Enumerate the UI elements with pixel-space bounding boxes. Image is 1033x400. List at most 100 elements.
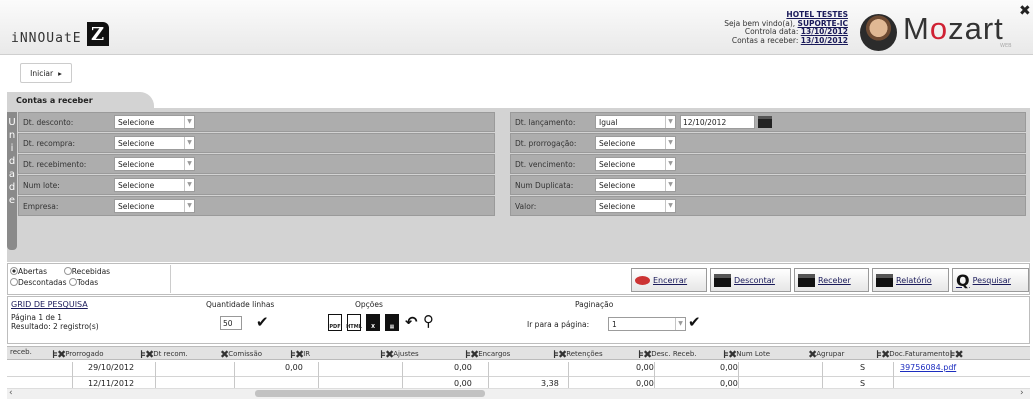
encerrar-button[interactable]: Encerrar	[631, 268, 707, 292]
receber-button[interactable]: Receber	[794, 268, 869, 292]
close-icon[interactable]: ✖	[1019, 3, 1031, 19]
relatorio-button[interactable]: Relatório	[872, 268, 949, 292]
calculator-icon[interactable]: ▦	[385, 314, 399, 331]
filter-row-dt-vencimento: Dt. vencimento:	[510, 154, 1026, 174]
filter-remove-icon[interactable]: ✖	[808, 348, 817, 361]
innovate-logo-text: iNNOUatE	[11, 31, 82, 46]
checkmark-icon[interactable]: ✔	[688, 313, 701, 331]
html-icon[interactable]: HTML	[346, 314, 362, 331]
chevron-down-icon: ▼	[184, 179, 194, 191]
select-value: Selecione	[599, 202, 636, 211]
col-ajustes[interactable]: ⊧✖Ajustes	[380, 348, 419, 361]
undo-icon[interactable]: ↶	[405, 313, 418, 331]
col-doc-faturamento[interactable]: ⊧✖Doc.Faturamento⊧✖	[876, 348, 964, 361]
select-value: 1	[612, 320, 617, 329]
filter-remove-icon[interactable]: ⊧✖	[52, 348, 66, 361]
pdf-icon[interactable]: PDF	[328, 314, 342, 331]
col-label: Dt recom.	[153, 350, 188, 358]
table-row[interactable]	[7, 361, 1030, 377]
select-value: Selecione	[118, 181, 155, 190]
cell-comissao: 0,00	[285, 363, 303, 372]
radio-label: Descontadas	[18, 278, 67, 287]
dt-vencimento-select[interactable]: Selecione ▼	[595, 157, 676, 171]
col-agrupar[interactable]: ✖Agrupar	[808, 348, 844, 361]
col-retencoes[interactable]: ⊧✖Retenções	[553, 348, 603, 361]
scroll-right-icon[interactable]: ›	[1020, 388, 1024, 398]
filter-remove-icon[interactable]: ⊧✖	[638, 348, 652, 361]
dt-lancamento-date-input[interactable]: 12/10/2012	[680, 115, 755, 129]
checkmark-icon[interactable]: ✔	[256, 313, 269, 331]
filter-remove-icon[interactable]: ✖	[220, 348, 229, 361]
grid-title[interactable]: GRID DE PESQUISA	[11, 300, 88, 309]
scroll-left-icon[interactable]: ‹	[9, 388, 13, 398]
cell-retencoes[interactable]: 0,00	[636, 379, 654, 388]
col-receb[interactable]: receb.	[10, 348, 32, 356]
num-lote-select[interactable]: Selecione ▼	[114, 178, 195, 192]
horizontal-scrollbar[interactable]	[7, 388, 1030, 399]
pdf-link[interactable]: 39756084.pdf	[900, 363, 956, 372]
receivable-date-label: Contas a receber:	[731, 35, 799, 45]
unidade-side-tab[interactable]: Unidade	[7, 112, 17, 250]
valor-select[interactable]: Selecione ▼	[595, 199, 676, 213]
filter-remove-icon[interactable]: ⊧✖	[290, 348, 304, 361]
chevron-down-icon: ▼	[665, 137, 675, 149]
num-duplicata-select[interactable]: Selecione ▼	[595, 178, 676, 192]
radio-todas[interactable]: Todas	[68, 278, 99, 287]
scrollbar-thumb[interactable]	[255, 390, 485, 397]
filter-label: Dt. vencimento:	[515, 159, 576, 169]
select-value: Igual	[599, 118, 618, 127]
filter-row-num-lote: Num lote:	[18, 175, 495, 195]
start-button[interactable]: Iniciar ▸	[20, 63, 72, 83]
filter-remove-icon[interactable]: ⊧✖	[380, 348, 394, 361]
session-info: HOTEL TESTES Seja bem vindo(a), SUPORTE-…	[724, 10, 848, 45]
printer-icon	[876, 273, 893, 287]
col-num-lote[interactable]: ⊧✖Num Lote	[723, 348, 770, 361]
dt-prorrogacao-select[interactable]: Selecione ▼	[595, 136, 676, 150]
cell-prorrogado[interactable]: 12/11/2012	[88, 379, 134, 388]
cell-ajustes[interactable]: 0,00	[454, 379, 472, 388]
receivable-date[interactable]: 13/10/2012	[801, 36, 848, 45]
zoom-icon[interactable]: ⚲	[423, 312, 434, 330]
goto-page-select[interactable]: 1 ▼	[608, 317, 686, 331]
radio-label: Abertas	[18, 267, 48, 276]
col-encargos[interactable]: ⊧✖Encargos	[465, 348, 510, 361]
col-dt-recom[interactable]: ⊧✖Dt recom.	[140, 348, 188, 361]
caret-right-icon: ▸	[58, 68, 62, 78]
radio-abertas[interactable]: Abertas	[10, 267, 47, 276]
quantity-input[interactable]: 50	[220, 316, 242, 330]
pesquisar-button[interactable]: Q Pesquisar	[952, 268, 1029, 292]
cell-doc-faturamento[interactable]: 39756084.pdf	[900, 363, 956, 372]
dt-recebimento-select[interactable]: Selecione ▼	[114, 157, 195, 171]
dt-recompra-select[interactable]: Selecione ▼	[114, 136, 195, 150]
col-comissao[interactable]: ✖Comissão	[220, 348, 262, 361]
filter-remove-icon[interactable]: ⊧✖	[876, 348, 890, 361]
filter-remove-icon[interactable]: ⊧✖	[465, 348, 479, 361]
goto-page-label: Ir para a página:	[527, 320, 590, 329]
dt-lancamento-select[interactable]: Igual ▼	[595, 115, 676, 129]
mozart-logo-sub: WEB	[1000, 43, 1012, 49]
descontar-button[interactable]: Descontar	[710, 268, 791, 292]
col-prorrogado[interactable]: ⊧✖Prorrogado	[52, 348, 104, 361]
empresa-select[interactable]: Selecione ▼	[114, 199, 195, 213]
cell-retencoes: 0,00	[636, 363, 654, 372]
filter-remove-icon[interactable]: ⊧✖	[723, 348, 737, 361]
filter-remove-icon[interactable]: ⊧✖	[950, 348, 964, 361]
select-value: Selecione	[118, 160, 155, 169]
dt-desconto-select[interactable]: Selecione ▼	[114, 115, 195, 129]
col-desc-receb[interactable]: ⊧✖Desc. Receb.	[638, 348, 697, 361]
filter-remove-icon[interactable]: ⊧✖	[553, 348, 567, 361]
filter-label: Dt. recebimento:	[23, 159, 87, 169]
radio-label: Todas	[76, 278, 99, 287]
cell-desc-receb[interactable]: 0,00	[720, 379, 738, 388]
col-ir[interactable]: ⊧✖IR	[290, 348, 310, 361]
cell-agrupar[interactable]: S	[860, 379, 865, 388]
cell-encargos[interactable]: 3,38	[541, 379, 559, 388]
button-label: Pesquisar	[972, 275, 1011, 285]
excel-icon[interactable]: X	[366, 314, 380, 331]
calendar-icon[interactable]	[758, 116, 772, 128]
radio-recebidas[interactable]: Recebidas	[63, 267, 110, 276]
filter-row-dt-prorrogacao: Dt. prorrogação:	[510, 133, 1026, 153]
radio-descontadas[interactable]: Descontadas	[10, 278, 67, 287]
filter-remove-icon[interactable]: ⊧✖	[140, 348, 154, 361]
tab-contas-a-receber[interactable]: Contas a receber	[7, 92, 154, 108]
